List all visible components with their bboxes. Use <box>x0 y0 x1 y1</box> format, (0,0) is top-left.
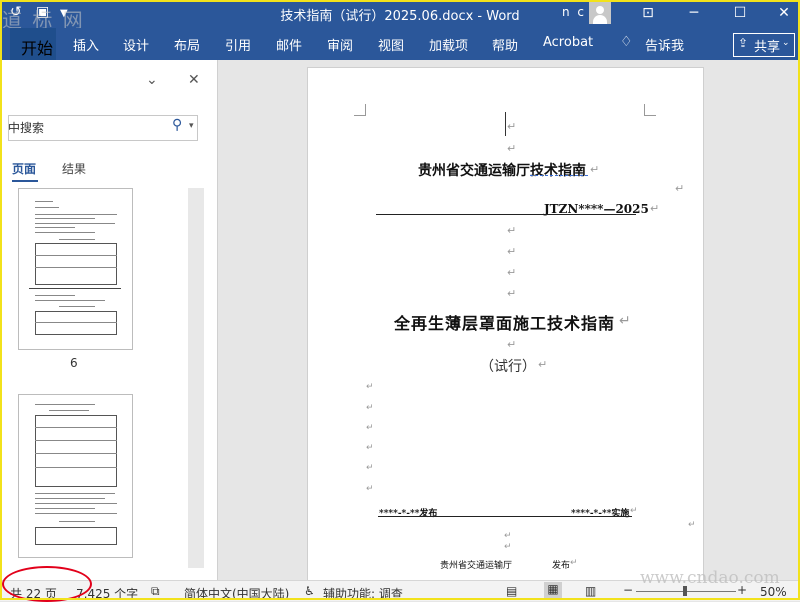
header-rule <box>376 214 636 215</box>
window-title: 技术指南（试行）2025.06.docx - Word <box>280 9 520 24</box>
highlight-annotation <box>2 566 92 602</box>
language-indicator[interactable]: 简体中文(中国大陆) <box>184 585 289 602</box>
chevron-down-icon[interactable]: ⌄ <box>146 72 158 88</box>
tab-help[interactable]: 帮助 <box>492 35 518 54</box>
read-mode-icon[interactable]: ▤ <box>506 584 517 598</box>
proofing-icon[interactable]: ⧉ <box>151 584 160 599</box>
tab-design[interactable]: 设计 <box>123 35 149 54</box>
document-page[interactable]: ↵ ↵ 贵州省交通运输厅技术指南 ↵ ↵ JTZN****—2025 ↵ ↵ ↵… <box>307 67 704 589</box>
ribbon-tabs: 开始 插入 设计 布局 引用 邮件 审阅 视图 加载项 帮助 Acrobat ♢… <box>0 28 800 60</box>
thumbnail-page-number: 6 <box>70 356 78 370</box>
spellcheck-underline <box>530 174 588 176</box>
accessibility-status[interactable]: 辅助功能: 调查 <box>323 585 403 602</box>
document-subtitle: （试行） <box>480 359 536 375</box>
avatar[interactable] <box>589 2 611 24</box>
maximize-icon[interactable]: ☐ <box>729 2 751 24</box>
tab-view[interactable]: 视图 <box>378 35 404 54</box>
tab-results[interactable]: 结果 <box>62 160 86 177</box>
document-main-title: 全再生薄层罩面施工技术指南 <box>394 314 616 333</box>
text-cursor <box>505 112 506 136</box>
lightbulb-icon[interactable]: ♢ <box>620 34 633 50</box>
footer-rule <box>378 516 632 517</box>
tab-review[interactable]: 审阅 <box>327 35 353 54</box>
search-icon[interactable]: ⚲ <box>172 117 182 133</box>
page-thumbnail[interactable] <box>18 188 133 350</box>
minimize-icon[interactable]: ─ <box>683 2 705 24</box>
tab-mailings[interactable]: 邮件 <box>276 35 302 54</box>
user-initials[interactable]: n c <box>562 5 586 19</box>
effective-date: ****-*-**实施 <box>571 509 630 519</box>
accessibility-icon[interactable]: ♿ <box>304 584 315 598</box>
chevron-down-icon: ⌄ <box>782 38 790 48</box>
close-icon[interactable]: ✕ <box>188 72 200 88</box>
publish-date: ****-*-**发布 <box>379 509 438 519</box>
chevron-down-icon[interactable]: ▾ <box>189 121 194 131</box>
tab-addins[interactable]: 加载项 <box>429 35 468 54</box>
tab-insert[interactable]: 插入 <box>73 35 99 54</box>
thumbnail-scrollbar[interactable] <box>188 188 204 568</box>
tab-pages-underline <box>12 180 38 182</box>
watermark-text: www.cndao.com <box>640 568 780 588</box>
tell-me-box[interactable]: 告诉我 <box>645 35 684 54</box>
tab-layout[interactable]: 布局 <box>174 35 200 54</box>
issue-word: 发布 <box>552 561 571 571</box>
title-bar: ↺ ▣ ▼ 技术指南（试行）2025.06.docx - Word n c ⊡ … <box>0 0 800 28</box>
tab-acrobat[interactable]: Acrobat <box>543 35 593 50</box>
web-layout-icon[interactable]: ▥ <box>585 584 596 598</box>
print-layout-icon[interactable]: ▦ <box>544 582 562 598</box>
search-placeholder: 中搜索 <box>8 121 45 135</box>
share-icon: ⇪ <box>738 36 749 50</box>
page-thumbnail[interactable] <box>18 394 133 558</box>
department-title: 贵州省交通运输厅技术指南 <box>418 163 586 179</box>
tab-pages[interactable]: 页面 <box>12 160 36 177</box>
issuer: 贵州省交通运输厅 <box>440 561 513 571</box>
tab-home[interactable]: 开始 <box>10 28 56 60</box>
zoom-out-button[interactable]: − <box>623 583 633 597</box>
share-button[interactable]: ⇪ 共享 ⌄ <box>733 33 795 57</box>
ribbon-display-options-icon[interactable]: ⊡ <box>637 2 659 24</box>
tab-references[interactable]: 引用 <box>225 35 251 54</box>
close-icon[interactable]: ✕ <box>773 2 795 24</box>
